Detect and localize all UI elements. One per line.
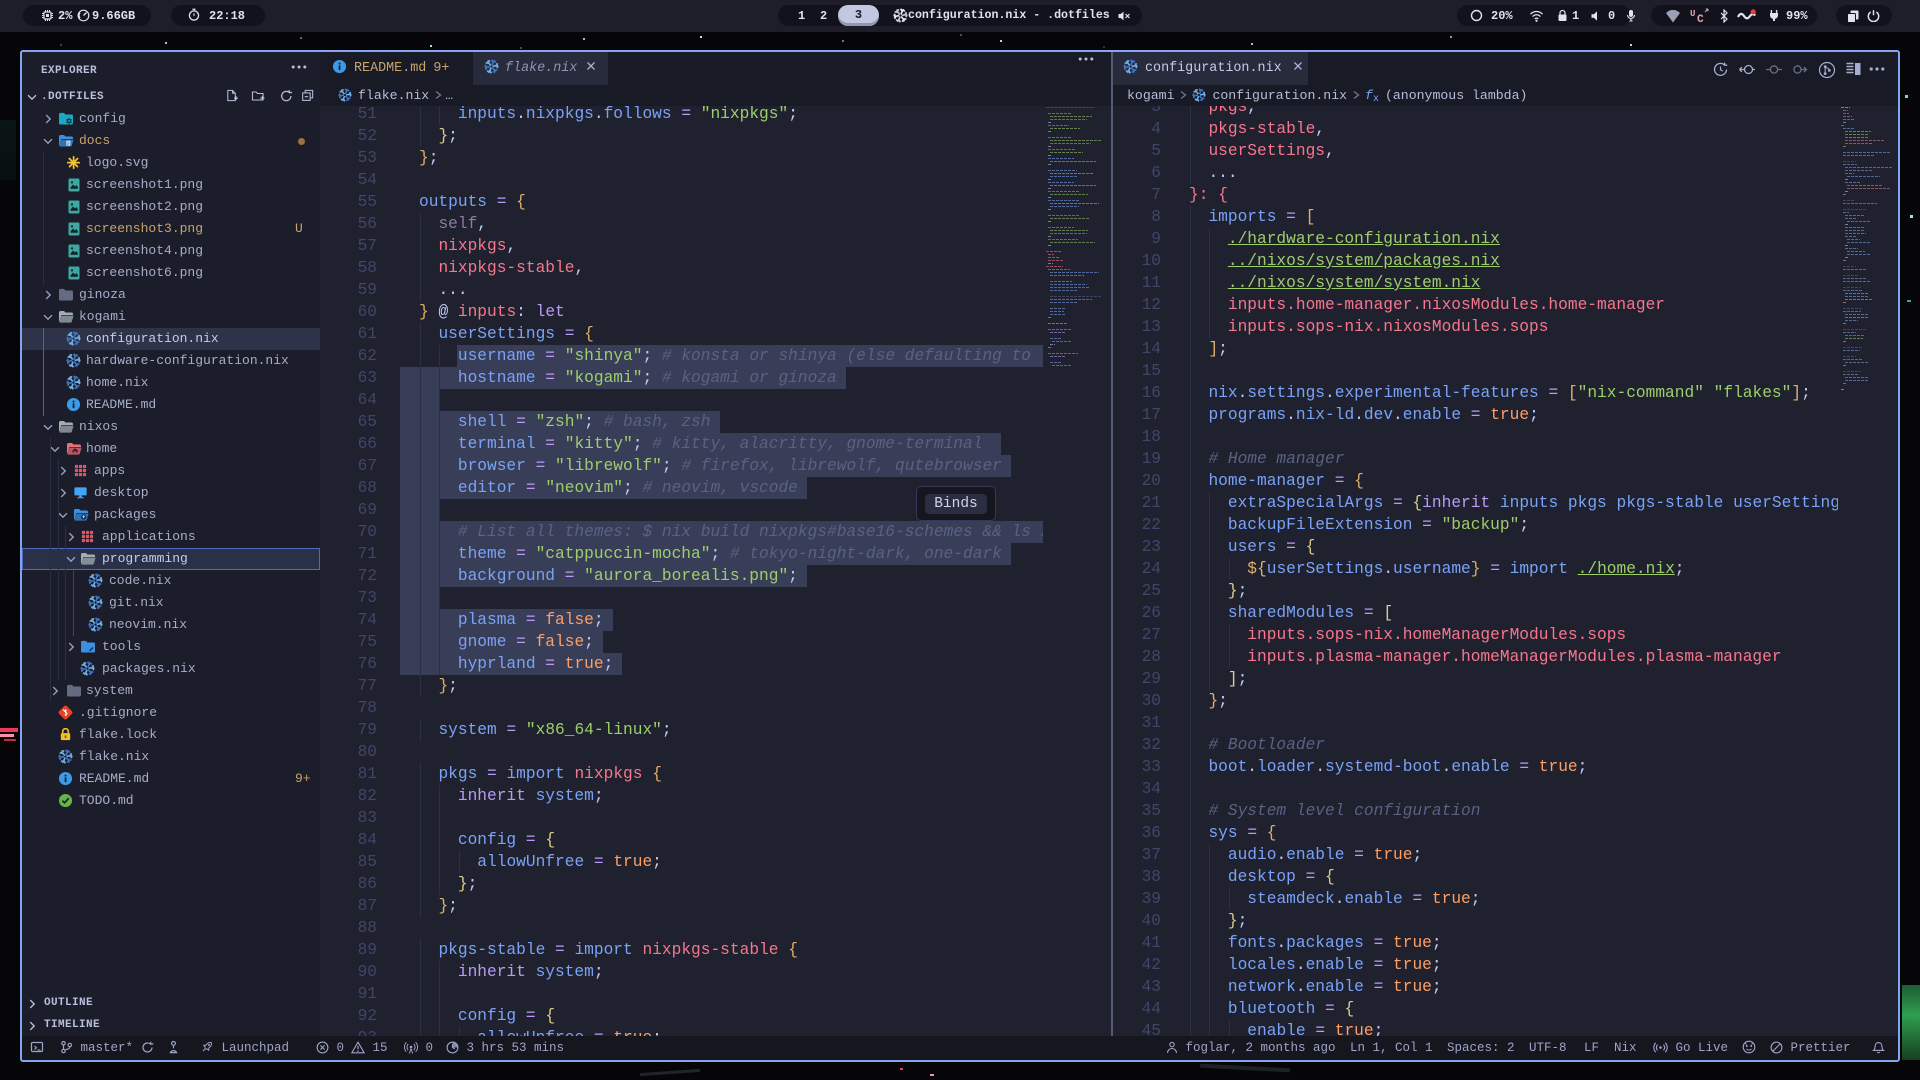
svg-text:U: U [1690,9,1695,19]
svg-text:C: C [1697,14,1704,24]
